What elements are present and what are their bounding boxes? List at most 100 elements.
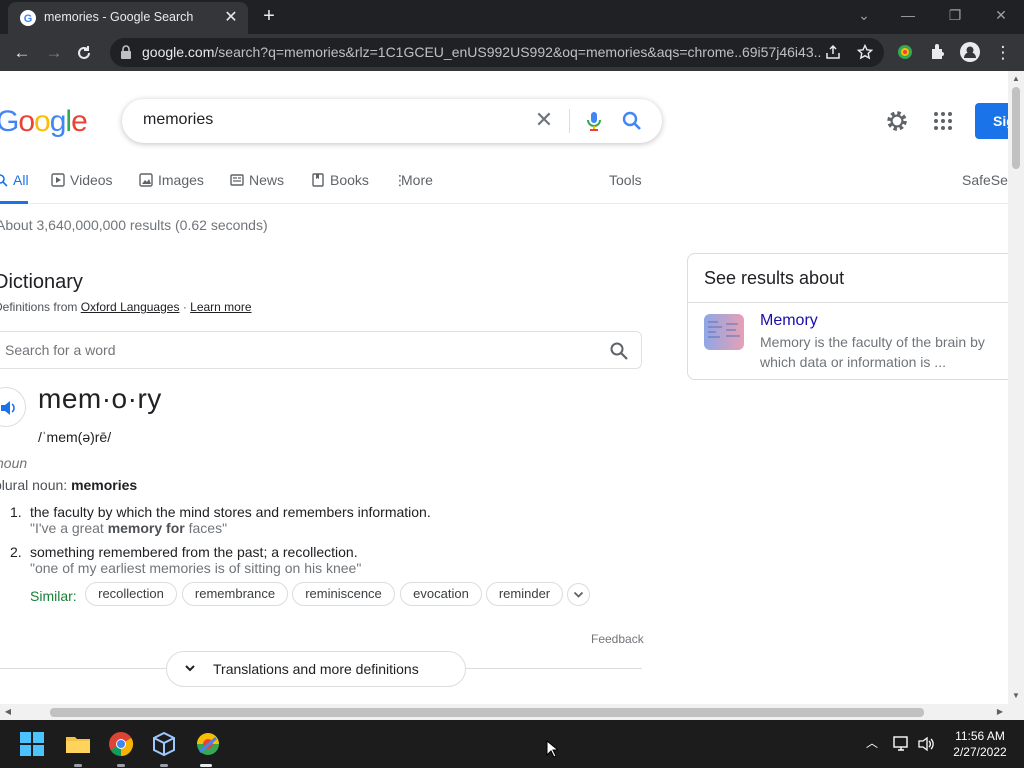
- reload-icon[interactable]: [75, 44, 93, 62]
- dictionary-search-placeholder[interactable]: Search for a word: [5, 342, 116, 358]
- settings-gear-icon[interactable]: [884, 108, 910, 134]
- tab-title: memories - Google Search: [44, 10, 194, 24]
- learn-more-link[interactable]: Learn more: [190, 300, 251, 314]
- news-icon: [230, 174, 244, 186]
- active-indicator: [200, 764, 212, 767]
- search-tabs: All Videos Images News Books ⋮More Tools…: [0, 167, 1008, 204]
- similar-chip-remembrance[interactable]: remembrance: [182, 582, 288, 606]
- clear-search-icon[interactable]: ✕: [532, 108, 556, 132]
- definition-number: 1.: [10, 504, 22, 520]
- extension-colorful-icon[interactable]: [896, 43, 914, 61]
- tab-search-icon[interactable]: ⌄: [846, 4, 882, 26]
- example-text: "I've a great: [30, 520, 108, 536]
- scroll-up-icon[interactable]: ▲: [1008, 71, 1024, 87]
- tab-more[interactable]: ⋮More: [393, 172, 433, 189]
- similar-chip-recollection[interactable]: recollection: [85, 582, 177, 606]
- tools-button[interactable]: Tools: [609, 172, 642, 188]
- url-text[interactable]: google.com/search?q=memories&rlz=1C1GCEU…: [142, 44, 822, 60]
- oxford-languages-link[interactable]: Oxford Languages: [81, 300, 180, 314]
- definition-text: the faculty by which the mind stores and…: [30, 504, 431, 520]
- forward-icon[interactable]: →: [42, 41, 66, 65]
- microphone-icon[interactable]: [582, 109, 606, 133]
- tab-news[interactable]: News: [230, 172, 284, 188]
- definition-1: 1. the faculty by which the mind stores a…: [10, 504, 431, 520]
- example-1: "I've a great memory for faces": [30, 520, 227, 536]
- scroll-down-icon[interactable]: ▼: [1008, 688, 1024, 704]
- separator-dot: ·: [182, 300, 187, 314]
- definition-number: 2.: [10, 544, 22, 560]
- feedback-link[interactable]: Feedback: [591, 632, 644, 646]
- dictionary-title: Dictionary: [0, 271, 83, 293]
- minimize-button[interactable]: —: [890, 4, 926, 26]
- divider: [688, 302, 1008, 303]
- tab-books[interactable]: Books: [311, 172, 369, 188]
- search-icon[interactable]: [620, 109, 644, 133]
- new-tab-button[interactable]: +: [258, 6, 280, 28]
- headword: mem·o·ry: [38, 383, 162, 414]
- pronunciation-speaker-button[interactable]: [0, 387, 26, 427]
- book-icon: [312, 173, 324, 187]
- extensions-puzzle-icon[interactable]: [929, 43, 947, 61]
- translations-more-definitions-button[interactable]: Translations and more definitions: [166, 651, 466, 687]
- scroll-right-icon[interactable]: ▶: [992, 704, 1008, 720]
- horizontal-scroll-thumb[interactable]: [50, 708, 924, 717]
- similar-chip-evocation[interactable]: evocation: [400, 582, 482, 606]
- tab-images[interactable]: Images: [139, 172, 204, 188]
- search-divider: [569, 109, 570, 133]
- running-indicator: [117, 764, 125, 767]
- lock-icon[interactable]: [120, 45, 132, 59]
- address-bar[interactable]: google.com/search?q=memories&rlz=1C1GCEU…: [110, 38, 884, 67]
- show-hidden-icons-chevron-up-icon[interactable]: ︿: [866, 734, 882, 750]
- network-icon[interactable]: [893, 736, 911, 752]
- similar-expand-button[interactable]: [567, 583, 590, 606]
- browser-menu-icon[interactable]: ⋮: [991, 41, 1015, 65]
- dictionary-search-icon[interactable]: [609, 341, 629, 361]
- vertical-scrollbar[interactable]: ▲ ▼: [1008, 71, 1024, 704]
- restore-button[interactable]: ❐: [937, 4, 973, 26]
- similar-chip-reminder[interactable]: reminder: [486, 582, 563, 606]
- similar-chip-reminiscence[interactable]: reminiscence: [292, 582, 395, 606]
- back-icon[interactable]: ←: [10, 41, 34, 65]
- search-input[interactable]: memories: [143, 111, 213, 129]
- see-results-about-panel: See results about Memory Memory is the f…: [687, 253, 1008, 380]
- active-tab-indicator: [0, 201, 28, 204]
- horizontal-scrollbar[interactable]: ◀ ▶: [0, 704, 1024, 720]
- speaker-icon: [1, 401, 15, 415]
- chrome-icon[interactable]: [107, 730, 135, 758]
- close-tab-icon[interactable]: ✕: [222, 9, 240, 27]
- similar-label: Similar:: [30, 588, 77, 604]
- close-window-button[interactable]: ✕: [983, 4, 1019, 26]
- bookmark-star-icon[interactable]: [857, 44, 873, 60]
- profile-avatar-icon[interactable]: [960, 42, 980, 62]
- share-icon[interactable]: [825, 44, 841, 60]
- search-box[interactable]: memories ✕: [122, 99, 662, 143]
- definitions-from-label: Definitions from: [0, 300, 78, 314]
- tab-videos[interactable]: Videos: [51, 172, 113, 188]
- volume-icon[interactable]: [918, 736, 936, 752]
- virtualbox-icon[interactable]: [150, 730, 178, 758]
- tab-strip: G memories - Google Search ✕ + ⌄ — ❐ ✕: [0, 0, 1024, 34]
- entity-link-memory[interactable]: Memory: [760, 312, 818, 330]
- part-of-speech: noun: [0, 455, 28, 471]
- file-explorer-icon[interactable]: [64, 730, 92, 758]
- running-indicator: [74, 764, 82, 767]
- vertical-scroll-thumb[interactable]: [1012, 87, 1020, 169]
- google-apps-icon[interactable]: [932, 110, 954, 132]
- result-stats: About 3,640,000,000 results (0.62 second…: [0, 217, 268, 233]
- dictionary-source-line: Definitions from Oxford Languages · Lear…: [0, 300, 252, 314]
- page-content: Google memories ✕ Sign in All: [0, 71, 1008, 704]
- colorful-app-icon[interactable]: [194, 730, 222, 758]
- scroll-left-icon[interactable]: ◀: [0, 704, 16, 720]
- google-logo[interactable]: Google: [0, 105, 88, 139]
- windows-start-icon[interactable]: [20, 732, 44, 756]
- sign-in-button[interactable]: Sign in: [975, 103, 1008, 165]
- search-icon: [0, 174, 8, 187]
- memory-thumbnail-image[interactable]: [704, 314, 744, 350]
- example-text: "one of my earliest memories is of sitti…: [30, 560, 362, 576]
- system-clock[interactable]: 11:56 AM 2/27/2022: [942, 728, 1018, 760]
- browser-tab[interactable]: G memories - Google Search ✕: [8, 2, 248, 34]
- safesearch-button[interactable]: SafeSearch: [962, 172, 1008, 188]
- image-icon: [139, 173, 153, 187]
- dictionary-search-field[interactable]: Search for a word: [0, 331, 642, 369]
- tab-all[interactable]: All: [0, 172, 29, 188]
